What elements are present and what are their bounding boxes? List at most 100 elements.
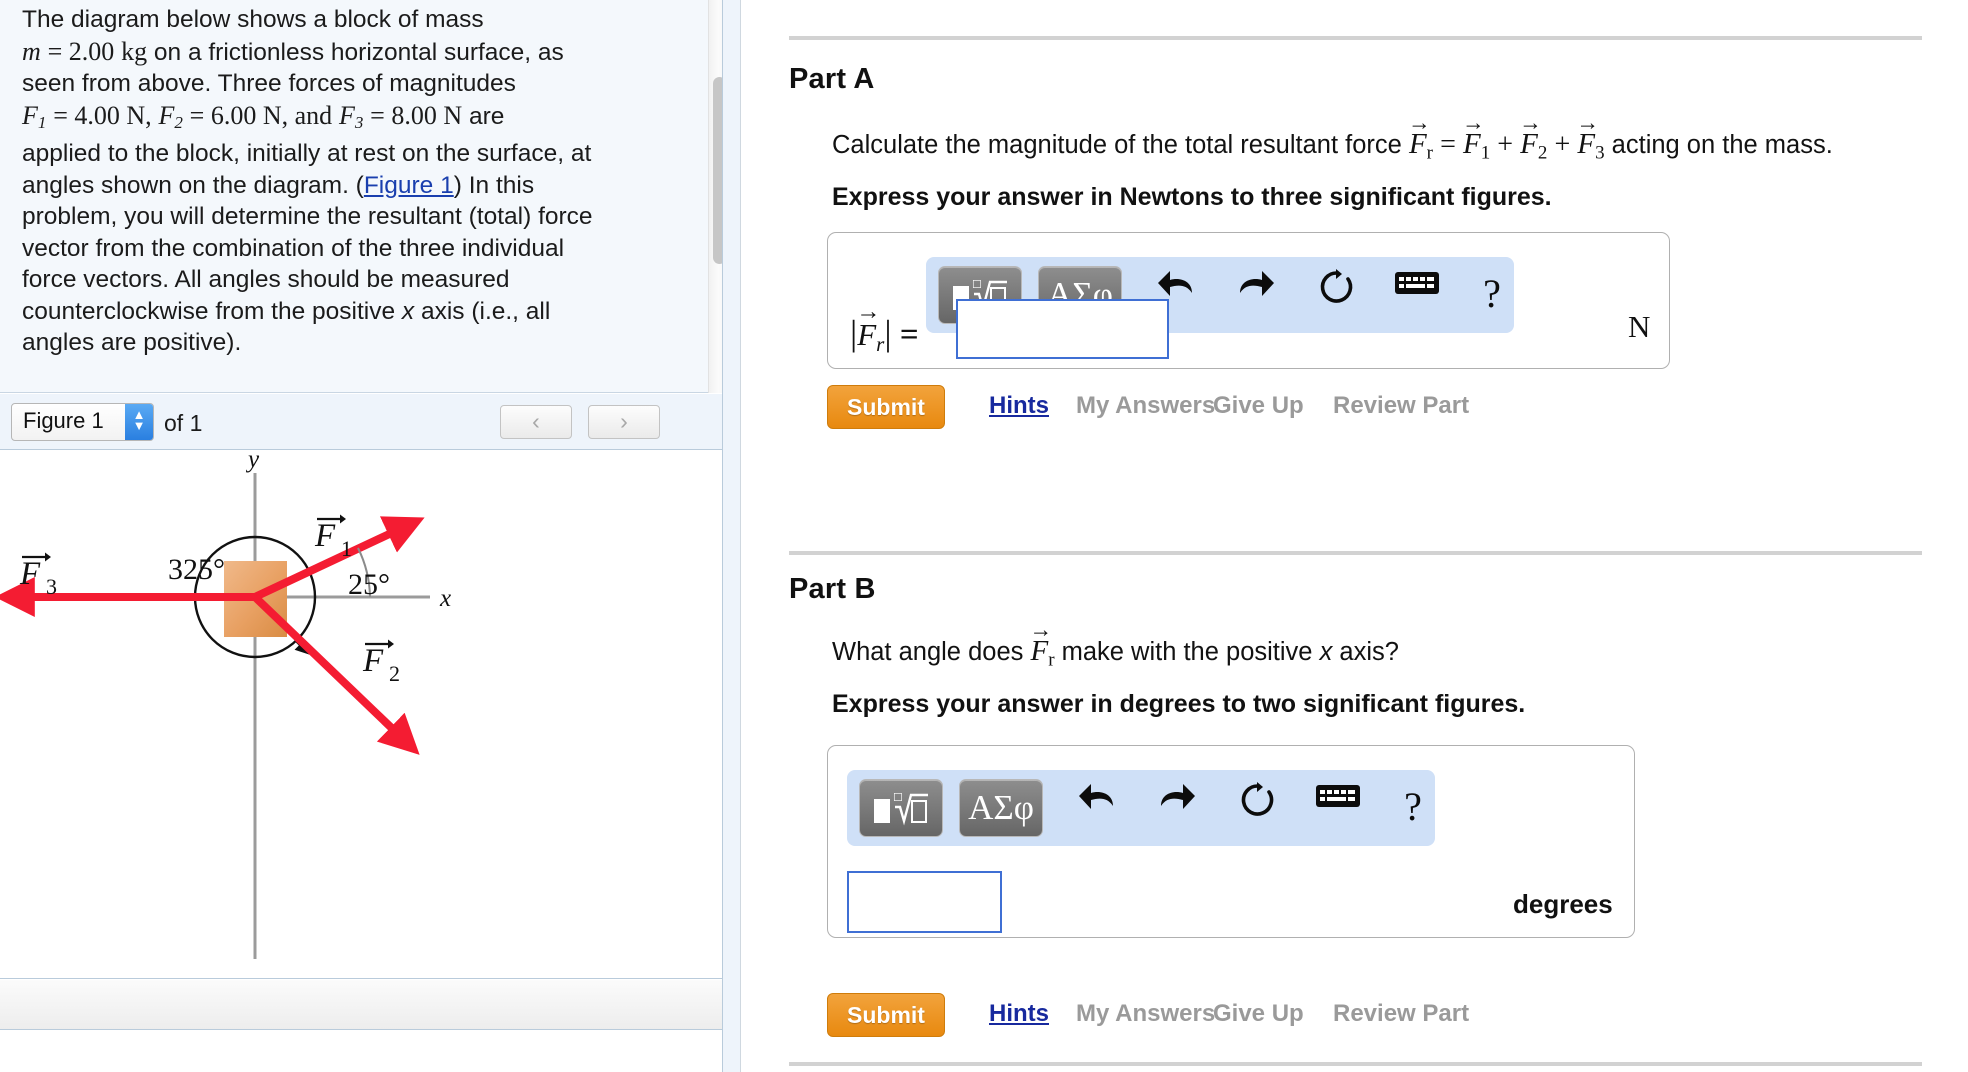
part-a-top-rule bbox=[789, 36, 1922, 40]
part-b-math-toolbar: ☐ ΑΣφ ? bbox=[847, 770, 1435, 846]
part-b-hints-link[interactable]: Hints bbox=[989, 1000, 1049, 1028]
figure-prev-button[interactable]: ‹ bbox=[500, 405, 572, 439]
f3-symbol: F bbox=[338, 100, 355, 130]
equals-sign: = bbox=[1440, 129, 1456, 160]
mass-symbol: m bbox=[22, 36, 41, 66]
keyboard-icon bbox=[1395, 272, 1439, 294]
part-b-question-post: axis? bbox=[1332, 638, 1399, 666]
part-b-instruction: Express your answer in degrees to two si… bbox=[832, 690, 1526, 718]
f3-value: = 8.00 N bbox=[370, 100, 463, 130]
svg-text:☐: ☐ bbox=[893, 792, 903, 804]
keyboard-button-b[interactable] bbox=[1310, 780, 1366, 836]
reset-icon bbox=[1241, 782, 1274, 816]
f2-subscript: 2 bbox=[174, 112, 183, 132]
problem-line-8: vector from the combination of the three… bbox=[22, 234, 565, 262]
problem-line-9: force vectors. All angles should be meas… bbox=[22, 266, 510, 293]
part-a-instruction: Express your answer in Newtons to three … bbox=[832, 183, 1552, 211]
f2-value: = 6.00 N, and bbox=[189, 100, 333, 130]
redo-button-b[interactable] bbox=[1149, 780, 1205, 836]
undo-button-b[interactable] bbox=[1069, 780, 1125, 836]
part-a-answer-label: | → Fr| = bbox=[850, 297, 919, 356]
figure-1-link[interactable]: Figure 1 bbox=[364, 172, 454, 199]
problem-line-1: The diagram below shows a block of mass bbox=[22, 6, 484, 33]
template-button-b[interactable]: ☐ bbox=[859, 779, 943, 837]
vector-arrow-icon: → bbox=[1029, 616, 1053, 642]
part-a-title: Part A bbox=[789, 63, 875, 95]
mass-unit: kg bbox=[121, 36, 148, 66]
part-a-unit-label: N bbox=[1628, 309, 1651, 344]
svg-text:1: 1 bbox=[341, 536, 352, 561]
part-a-answer-card: ☐ ΑΣφ ? | → Fr| = N bbox=[827, 232, 1670, 369]
part-b-my-answers-link[interactable]: My Answers bbox=[1076, 1000, 1215, 1028]
f3-subscript-q: 3 bbox=[1595, 142, 1605, 164]
svg-text:2: 2 bbox=[389, 661, 400, 686]
reset-button-b[interactable] bbox=[1230, 780, 1286, 836]
figure-canvas[interactable]: y x 325° 25° F 1 F 2 F 3 bbox=[0, 446, 722, 979]
figure-select-value: Figure 1 bbox=[23, 408, 104, 433]
plus-sign-1: + bbox=[1497, 129, 1514, 160]
vector-arrow-icon: → bbox=[1461, 109, 1485, 135]
keyboard-button[interactable] bbox=[1389, 267, 1445, 323]
part-a-my-answers-link[interactable]: My Answers bbox=[1076, 392, 1215, 420]
reset-icon bbox=[1320, 269, 1353, 303]
part-b-submit-button[interactable]: Submit bbox=[827, 993, 945, 1037]
redo-icon bbox=[1240, 271, 1274, 296]
redo-button[interactable] bbox=[1228, 267, 1284, 323]
fr-subscript: r bbox=[1426, 142, 1433, 164]
problem-statement: The diagram below shows a block of mass … bbox=[0, 0, 722, 393]
angle-outer-label: 325° bbox=[168, 553, 225, 586]
part-b-answer-input[interactable] bbox=[847, 871, 1002, 933]
figure-footer-bar bbox=[0, 980, 722, 1030]
problem-line-6b: ) In this bbox=[453, 171, 535, 199]
figure-next-button[interactable]: › bbox=[588, 405, 660, 439]
chevron-right-icon: › bbox=[620, 408, 628, 434]
keyboard-icon bbox=[1316, 785, 1360, 807]
svg-text:x: x bbox=[439, 585, 451, 612]
vector-f2-label: F 2 bbox=[362, 639, 400, 686]
figure-toolbar: Figure 1 ▲ ▼ of 1 ‹ › bbox=[0, 394, 722, 450]
problem-line-5: applied to the block, initially at rest … bbox=[22, 140, 592, 167]
part-a-question-pre: Calculate the magnitude of the total res… bbox=[832, 131, 1409, 159]
part-a-hints-link[interactable]: Hints bbox=[989, 392, 1049, 420]
help-label: ? bbox=[1483, 271, 1501, 316]
part-b-question: What angle does → Fr make with the positi… bbox=[832, 618, 1399, 671]
mass-equation: = 2.00 bbox=[47, 36, 115, 66]
help-button[interactable]: ? bbox=[1464, 267, 1520, 323]
part-b-bottom-rule bbox=[789, 1062, 1922, 1066]
vector-arrow-icon: → bbox=[1519, 109, 1542, 135]
part-b-give-up-link[interactable]: Give Up bbox=[1213, 1000, 1304, 1028]
f1-value: = 4.00 N, bbox=[53, 100, 152, 130]
vector-f3-label: F 3 bbox=[19, 552, 57, 599]
svg-text:3: 3 bbox=[46, 574, 57, 599]
f2-subscript-q: 2 bbox=[1537, 142, 1548, 164]
chevron-updown-icon[interactable]: ▲ ▼ bbox=[125, 404, 153, 440]
vector-arrow-icon: → bbox=[1576, 109, 1599, 135]
part-a-review-part-link[interactable]: Review Part bbox=[1333, 392, 1469, 420]
chevron-left-icon: ‹ bbox=[532, 408, 540, 434]
part-b-answer-card: ☐ ΑΣφ ? degrees bbox=[827, 745, 1635, 938]
f2-symbol: F bbox=[158, 100, 175, 130]
problem-line-7: problem, you will determine the resultan… bbox=[22, 203, 593, 230]
figure-select[interactable]: Figure 1 ▲ ▼ bbox=[11, 403, 154, 441]
part-a-submit-button[interactable]: Submit bbox=[827, 385, 945, 429]
greek-letters-button-b[interactable]: ΑΣφ bbox=[959, 779, 1043, 837]
part-b-question-mid: make with the positive bbox=[1054, 638, 1320, 666]
part-a-give-up-link[interactable]: Give Up bbox=[1213, 392, 1304, 420]
problem-line-11: angles are positive). bbox=[22, 329, 242, 356]
are-word: are bbox=[468, 102, 505, 130]
left-panel: The diagram below shows a block of mass … bbox=[0, 0, 740, 1072]
part-a-answer-input[interactable] bbox=[956, 299, 1169, 359]
reset-button[interactable] bbox=[1309, 267, 1365, 323]
part-a-question: Calculate the magnitude of the total res… bbox=[832, 111, 1833, 164]
undo-icon bbox=[1158, 271, 1192, 296]
force-diagram: y x 325° 25° F 1 F 2 F 3 bbox=[0, 446, 451, 959]
f1-subscript: 1 bbox=[37, 112, 47, 132]
svg-text:F: F bbox=[362, 643, 384, 679]
part-a-label-equals: = bbox=[899, 317, 919, 353]
left-panel-gutter bbox=[723, 0, 740, 1072]
problem-line-6a: angles shown on the diagram. ( bbox=[22, 171, 364, 199]
help-button-b[interactable]: ? bbox=[1385, 780, 1441, 836]
greek-letters-label-b: ΑΣφ bbox=[968, 788, 1034, 827]
part-b-review-part-link[interactable]: Review Part bbox=[1333, 1000, 1469, 1028]
svg-text:F: F bbox=[314, 518, 336, 554]
